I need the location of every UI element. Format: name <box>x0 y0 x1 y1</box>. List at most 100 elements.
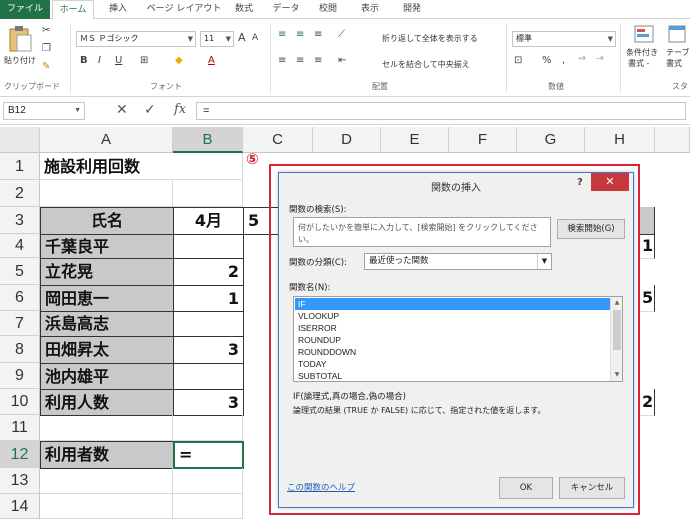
cell-april-row9[interactable] <box>173 363 244 390</box>
align-middle-icon[interactable]: ≡ <box>296 29 304 40</box>
italic-button[interactable]: I <box>98 55 101 66</box>
cell-name-row5[interactable]: 立花晃 <box>40 258 174 286</box>
number-format-select[interactable]: 標準 ▼ <box>512 31 616 47</box>
cell-april-row7[interactable] <box>173 311 244 337</box>
cell-a1-title[interactable]: 施設利用回数 <box>40 153 173 180</box>
function-item-subtotal[interactable]: SUBTOTAL <box>298 370 342 381</box>
function-item-roundup[interactable]: ROUNDUP <box>298 334 341 346</box>
align-right-icon[interactable]: ≡ <box>314 55 322 66</box>
tab-data[interactable]: データ <box>266 0 306 19</box>
insert-function-button[interactable]: fx <box>174 102 186 117</box>
scroll-up-icon[interactable]: ▲ <box>611 297 622 309</box>
function-category-select[interactable]: 最近使った関数 ▼ <box>364 253 552 270</box>
row-header-1[interactable]: 1 <box>0 153 40 180</box>
cell-name-row6[interactable]: 岡田恵一 <box>40 285 174 312</box>
cell-users-label[interactable]: 利用者数 <box>40 441 174 469</box>
wrap-text-button[interactable]: 折り返して全体を表示する <box>382 33 478 44</box>
column-header-h[interactable]: H <box>585 127 655 153</box>
underline-button[interactable]: U <box>115 55 122 66</box>
decrease-decimal-icon[interactable]: ⁻⁰ <box>596 55 603 64</box>
row-header-4[interactable]: 4 <box>0 234 40 258</box>
bold-button[interactable]: B <box>80 55 88 66</box>
tab-view[interactable]: 表示 <box>352 0 388 19</box>
row-header-2[interactable]: 2 <box>0 180 40 207</box>
currency-icon[interactable]: ⊡ <box>514 55 522 66</box>
tab-home[interactable]: ホーム <box>52 0 94 20</box>
scroll-thumb[interactable] <box>613 310 621 350</box>
cell-a13[interactable] <box>40 468 173 494</box>
tab-file[interactable]: ファイル <box>0 0 50 19</box>
tab-developer[interactable]: 開発 <box>394 0 430 19</box>
cell-april-row4[interactable] <box>173 234 244 259</box>
name-box[interactable]: B12 ▼ <box>3 102 85 120</box>
cell-usage-april[interactable]: 3 <box>173 389 244 416</box>
border-icon[interactable]: ⊞ <box>140 55 148 66</box>
cell-b13[interactable] <box>173 468 243 494</box>
scroll-down-icon[interactable]: ▼ <box>611 369 622 381</box>
cell-b14[interactable] <box>173 494 243 519</box>
row-header-5[interactable]: 5 <box>0 258 40 285</box>
column-header-b[interactable]: B <box>173 127 243 153</box>
font-grow-icon[interactable]: A <box>238 31 246 44</box>
row-header-7[interactable]: 7 <box>0 311 40 336</box>
function-item-today[interactable]: TODAY <box>298 358 327 370</box>
percent-button[interactable]: % <box>542 55 552 66</box>
cell-b3-header-april[interactable]: 4月 <box>173 207 244 235</box>
increase-decimal-icon[interactable]: ⁺⁰ <box>578 55 585 64</box>
cell-april-row6[interactable]: 1 <box>173 285 244 312</box>
paste-button[interactable]: 貼り付け <box>4 25 36 75</box>
font-name-select[interactable]: ＭＳ Ｐゴシック ▼ <box>76 31 196 47</box>
row-header-8[interactable]: 8 <box>0 336 40 363</box>
row-header-12[interactable]: 12 <box>0 441 40 468</box>
active-cell-b12[interactable]: = <box>173 441 244 469</box>
cell-h3-partial[interactable] <box>640 207 655 235</box>
function-search-input[interactable]: 何がしたいかを簡単に入力して、[検索開始] をクリックしてください。 <box>293 217 551 247</box>
row-header-9[interactable]: 9 <box>0 363 40 389</box>
cell-b11[interactable] <box>173 415 243 441</box>
cell-b2[interactable] <box>173 180 243 207</box>
formula-input[interactable]: = <box>196 102 686 120</box>
cell-april-row5[interactable]: 2 <box>173 258 244 286</box>
row-header-13[interactable]: 13 <box>0 468 40 494</box>
orientation-icon[interactable]: ⟋ <box>338 29 345 40</box>
conditional-format-button[interactable]: 条件付き 書式 - <box>624 25 664 75</box>
function-item-if[interactable]: IF <box>295 298 610 310</box>
row-header-14[interactable]: 14 <box>0 494 40 519</box>
align-left-icon[interactable]: ≡ <box>278 55 286 66</box>
format-painter-icon[interactable]: ✎ <box>42 61 50 72</box>
column-header-d[interactable]: D <box>313 127 381 153</box>
cancel-icon[interactable]: ✕ <box>116 102 128 118</box>
cell-a2[interactable] <box>40 180 173 207</box>
cell-h6-partial[interactable]: 5 <box>640 285 655 312</box>
column-header-e[interactable]: E <box>381 127 449 153</box>
column-header-a[interactable]: A <box>40 127 173 153</box>
align-bottom-icon[interactable]: ≡ <box>314 29 322 40</box>
row-header-10[interactable]: 10 <box>0 389 40 415</box>
cut-icon[interactable]: ✂ <box>42 25 50 36</box>
row-header-11[interactable]: 11 <box>0 415 40 441</box>
select-all-corner[interactable] <box>0 127 40 153</box>
cell-name-row8[interactable]: 田畑昇太 <box>40 336 174 364</box>
tab-review[interactable]: 校閲 <box>310 0 346 19</box>
copy-icon[interactable]: ❐ <box>42 43 51 54</box>
search-start-button[interactable]: 検索開始(G) <box>557 219 625 239</box>
align-center-icon[interactable]: ≡ <box>296 55 304 66</box>
cell-name-row9[interactable]: 池内雄平 <box>40 363 174 390</box>
comma-button[interactable]: , <box>562 55 565 66</box>
row-header-3[interactable]: 3 <box>0 207 40 234</box>
font-shrink-icon[interactable]: A <box>252 33 258 43</box>
column-header-f[interactable]: F <box>449 127 517 153</box>
tab-page-layout[interactable]: ページ レイアウト <box>142 0 226 19</box>
help-icon[interactable]: ? <box>577 177 583 188</box>
indent-icon[interactable]: ⇤ <box>338 55 346 66</box>
enter-icon[interactable]: ✓ <box>144 102 156 118</box>
function-help-link[interactable]: この関数のヘルプ <box>287 481 355 493</box>
font-color-icon[interactable]: A <box>208 55 215 66</box>
dialog-titlebar[interactable]: 関数の挿入 ? ✕ <box>279 173 633 199</box>
align-top-icon[interactable]: ≡ <box>278 29 286 40</box>
table-format-button[interactable]: テーブ 書式 <box>666 25 690 75</box>
font-size-select[interactable]: 11 ▼ <box>200 31 234 47</box>
cell-a11[interactable] <box>40 415 173 441</box>
function-item-iserror[interactable]: ISERROR <box>298 322 337 334</box>
column-header-g[interactable]: G <box>517 127 585 153</box>
